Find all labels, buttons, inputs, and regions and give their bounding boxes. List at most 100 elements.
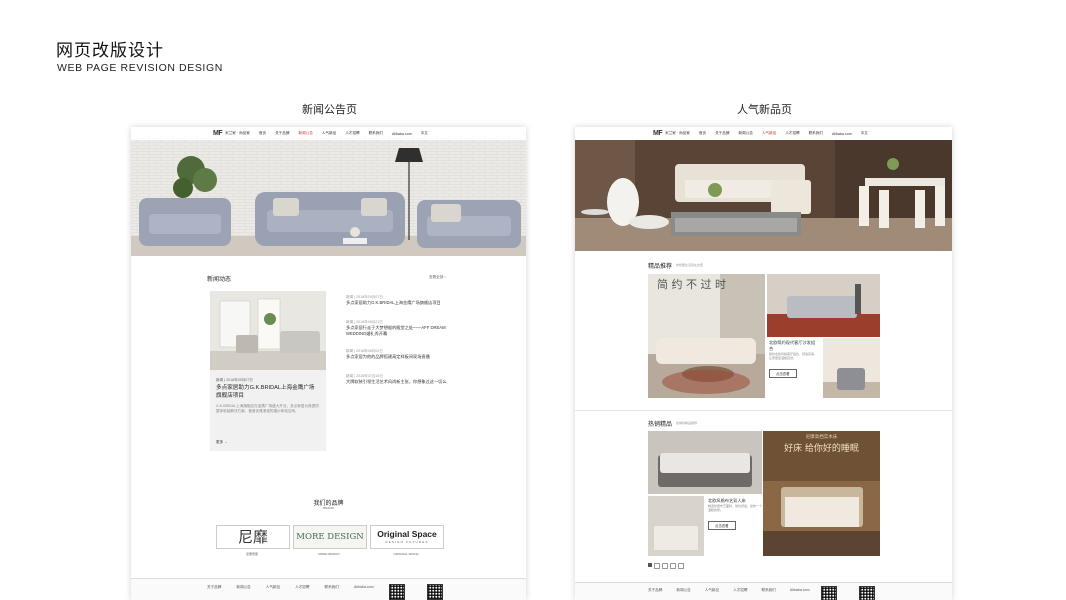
news-item-title[interactable]: 多点家居为他的品牌搭建高定样板间现场直播	[346, 354, 456, 360]
footer-link[interactable]: 联系我们	[762, 588, 776, 593]
product-page-mockup: MF 米兰家 · 尚品家 首页 关于品牌 新闻公告 人气新品 人才招聘 联系我们…	[575, 127, 952, 600]
hot-bed-image[interactable]	[648, 431, 762, 494]
pagination	[648, 563, 684, 569]
nav-item-news[interactable]: 新闻公告	[738, 131, 752, 136]
hot-section-subtitle: 热销的精品推荐	[676, 421, 698, 425]
hot-view-button[interactable]: 点击查看	[708, 521, 736, 530]
qr-code-icon	[821, 586, 837, 600]
featured-living-room-image[interactable]	[648, 274, 765, 398]
nav-item-lang[interactable]: 中文	[861, 131, 868, 136]
nav-item-news[interactable]: 新闻公告	[298, 131, 312, 136]
qr-code-icon	[427, 584, 443, 600]
featured-news-body: G.K.BRIDAL上海旗舰店在金鹰广场盛大开业，多点家居为其提供整体软装解决方…	[216, 404, 319, 413]
featured-news-more[interactable]: 更多 →	[216, 440, 228, 445]
promo-main-text: 好床 给你好的睡眠	[784, 444, 859, 454]
footer-link[interactable]: 人气新品	[266, 585, 280, 590]
footer-link[interactable]: 关于品牌	[648, 588, 662, 593]
featured-product-desc: 简约北欧风格客厅组合，舒适实用，让家更加温馨自然。	[769, 352, 818, 360]
news-list-item[interactable]: 新闻 | 2018年08月21日 多点家居行走于大梦想般的殿堂之处——AFF D…	[346, 320, 456, 337]
featured-news-image	[210, 291, 326, 370]
nav-item-home[interactable]: 首页	[699, 131, 706, 136]
featured-section-title: 精品推荐	[648, 264, 673, 270]
page-dot[interactable]	[678, 563, 684, 569]
footer-link[interactable]: 人气新品	[705, 588, 719, 593]
nav-item-contact[interactable]: 联系我们	[369, 131, 383, 136]
brand-logo-more-design[interactable]: MORE DESIGN	[293, 525, 367, 549]
featured-chair-image[interactable]	[823, 338, 880, 398]
brand-logo-original-space[interactable]: Original Space DESIGN FUTURES	[370, 525, 444, 549]
featured-news-card[interactable]: 新闻 | 2018年09月07日 多点家居助力G.K.BRIDAL上海金鹰广场旗…	[210, 291, 326, 451]
brand-name: MORE DESIGN	[318, 552, 340, 556]
brand-name: 尼靡家居	[245, 552, 258, 556]
living-room-banner	[131, 140, 526, 256]
product-page-nav: MF 米兰家 · 尚品家 首页 关于品牌 新闻公告 人气新品 人才招聘 联系我们…	[575, 127, 952, 140]
nav-item-alibaba[interactable]: Alibaba.com	[832, 132, 852, 136]
qr-code-icon	[859, 586, 875, 600]
news-item-title[interactable]: 多点家居助力G.K.BRIDAL上海金鹰广场旗舰店项目	[346, 300, 456, 306]
news-page-mockup: MF 米兰家 · 尚品家 首页 关于品牌 新闻公告 人气新品 人才招聘 联系我们…	[131, 127, 526, 600]
nav-item-alibaba[interactable]: Alibaba.com	[392, 132, 412, 136]
featured-section-subtitle: 你想要生活就在这里	[676, 263, 704, 267]
brand-name: ORIGINAL SPACE	[393, 552, 419, 556]
news-list-item[interactable]: 新闻 | 2018年08月02日 多点家居为他的品牌搭建高定样板间现场直播	[346, 349, 456, 360]
section-divider	[575, 410, 952, 411]
featured-news-title[interactable]: 多点家居助力G.K.BRIDAL上海金鹰广场旗舰店项目	[210, 383, 326, 402]
nav-item-contact[interactable]: 联系我们	[809, 131, 823, 136]
left-caption: 新闻公告页	[302, 104, 357, 116]
footer-link[interactable]: 人才招聘	[295, 585, 309, 590]
news-item-title[interactable]: 大牌软装引领生活艺术风尚新主张，你想象过这一切么	[346, 379, 456, 385]
promo-top-text: 尼摩高档实木床	[805, 434, 838, 439]
nav-item-lang[interactable]: 中文	[421, 131, 428, 136]
brand-logo-sub: 米兰家 · 尚品家	[225, 131, 250, 135]
nav-item-about[interactable]: 关于品牌	[715, 131, 729, 136]
footer-link[interactable]: 人才招聘	[733, 588, 747, 593]
footer-link[interactable]: 新闻公告	[236, 585, 250, 590]
footer-link[interactable]: Alibaba.com	[790, 588, 810, 593]
nav-item-jobs[interactable]: 人才招聘	[345, 131, 359, 136]
news-list-item[interactable]: 新闻 | 2018年09月07日 多点家居助力G.K.BRIDAL上海金鹰广场旗…	[346, 295, 456, 306]
nav-item-products[interactable]: 人气新品	[322, 131, 336, 136]
view-all-link[interactable]: 查看全部 ›	[429, 275, 446, 280]
page-dot[interactable]	[654, 563, 660, 569]
news-item-title[interactable]: 多点家居行走于大梦想般的殿堂之处——AFF DREAM WEDDING婚礼秀开幕	[346, 325, 456, 337]
brand-logo[interactable]: MF	[653, 130, 663, 137]
hot-bedroom-image[interactable]	[648, 496, 704, 556]
featured-product-title: 北欧简约现代客厅沙发组合	[769, 340, 816, 351]
page-dot-active[interactable]	[648, 563, 652, 567]
nav-item-home[interactable]: 首页	[259, 131, 266, 136]
product-page-footer: 关于品牌 新闻公告 人气新品 人才招聘 联系我们 Alibaba.com	[575, 582, 952, 600]
featured-news-meta: 新闻 | 2018年09月07日	[216, 378, 253, 382]
featured-slogan: 简 约 不 过 时	[657, 279, 726, 291]
news-list-item[interactable]: 新闻 | 2018年07月15日 大牌软装引领生活艺术风尚新主张，你想象过这一切…	[346, 374, 456, 385]
page-dot[interactable]	[670, 563, 676, 569]
brand-original-space-name: Original Space	[377, 529, 437, 539]
right-caption: 人气新品页	[737, 104, 792, 116]
news-section-title: 新闻动态	[207, 277, 232, 283]
hot-section-title: 热销精品	[648, 422, 673, 428]
hot-product-desc: 精选优质布艺面料，简约舒适，给你一个温暖的家。	[708, 504, 763, 512]
brand-logo-nimo[interactable]: 尼靡	[216, 525, 290, 549]
footer-link[interactable]: 新闻公告	[676, 588, 690, 593]
footer-link[interactable]: 联系我们	[325, 585, 339, 590]
page-subtitle: WEB PAGE REVISION DESIGN	[57, 62, 223, 74]
nav-item-about[interactable]: 关于品牌	[275, 131, 289, 136]
brands-subtitle: BRAND	[323, 506, 334, 510]
brand-logo[interactable]: MF	[213, 130, 223, 137]
featured-info-panel: 北欧简约现代客厅沙发组合 简约北欧风格客厅组合，舒适实用，让家更加温馨自然。 点…	[767, 338, 819, 398]
brand-logo-sub: 米兰家 · 尚品家	[665, 131, 690, 135]
featured-sofa-image[interactable]	[767, 274, 880, 337]
nav-item-jobs[interactable]: 人才招聘	[785, 131, 799, 136]
qr-code-icon	[389, 584, 405, 600]
nav-item-products[interactable]: 人气新品	[762, 131, 776, 136]
news-page-footer: 关于品牌 新闻公告 人气新品 人才招聘 联系我们 Alibaba.com	[131, 578, 526, 600]
hot-info-panel: 北欧风格布艺双人床 精选优质布艺面料，简约舒适，给你一个温暖的家。 点击查看	[706, 496, 762, 556]
page-title: 网页改版设计	[56, 41, 164, 60]
footer-link[interactable]: Alibaba.com	[354, 585, 374, 590]
living-dining-banner	[575, 140, 952, 251]
featured-view-button[interactable]: 点击查看	[769, 369, 797, 378]
news-list: 新闻 | 2018年09月07日 多点家居助力G.K.BRIDAL上海金鹰广场旗…	[346, 295, 456, 385]
page-dot[interactable]	[662, 563, 668, 569]
footer-link[interactable]: 关于品牌	[207, 585, 221, 590]
brand-original-space-tagline: DESIGN FUTURES	[385, 540, 429, 544]
hot-product-title: 北欧风格布艺双人床	[708, 498, 746, 503]
